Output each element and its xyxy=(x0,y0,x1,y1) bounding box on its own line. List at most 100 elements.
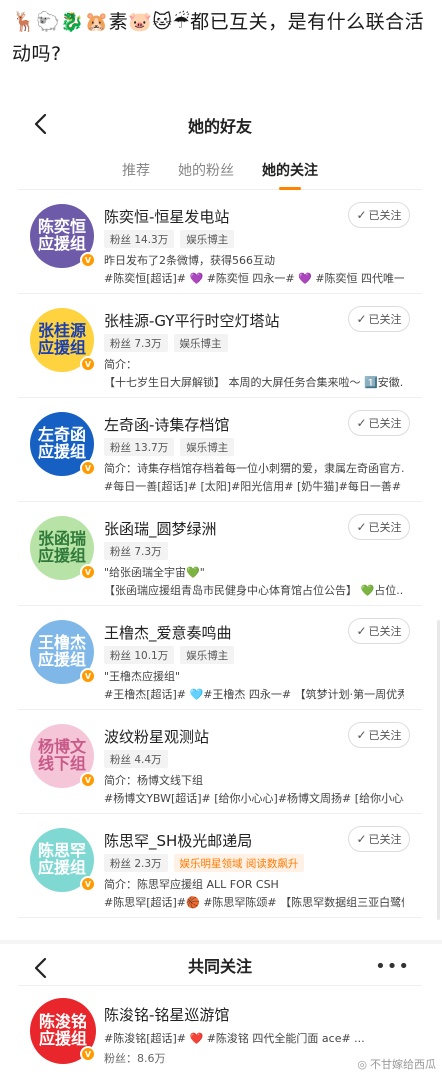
user-row[interactable]: 陈思罕应援组 V 陈思罕_SH极光邮递局 ✓ 已关注 粉丝 2.3万 娱乐明星领域 阅读数飙… xyxy=(18,814,422,918)
avatar-text: 张桂源应援组 xyxy=(37,321,86,357)
user-tags: 粉丝 7.3万 xyxy=(104,542,168,560)
check-icon: ✓ xyxy=(356,624,367,638)
post-text: 🦌🐑🐉🐹素🐷🐱☔都已互关，是有什么联合活动吗? xyxy=(12,11,425,65)
avatar-text: 杨博文线下组 xyxy=(37,737,86,773)
check-icon: ✓ xyxy=(356,832,367,846)
check-icon: ✓ xyxy=(356,312,367,326)
verified-badge-icon: V xyxy=(80,252,96,268)
user-name[interactable]: 陈奕恒-恒星发电站 xyxy=(104,206,229,227)
user-latest-post: #每日一善[超话]# [太阳]#阳光信用# [奶牛猫]#每日一善# 信... xyxy=(104,480,404,493)
user-bio-line: 简介：诗集存档馆存档着每一位小刺猬的爱，隶属左奇函官方... xyxy=(104,462,404,475)
user-name[interactable]: 陈思罕_SH极光邮递局 xyxy=(104,830,252,851)
user-tag: 粉丝 14.3万 xyxy=(104,230,175,248)
chevron-left-icon xyxy=(34,113,47,135)
sheet-topbar: 她的好友 xyxy=(18,100,422,150)
back-button[interactable] xyxy=(28,112,52,136)
user-tags: 粉丝 10.1万 娱乐博主 xyxy=(104,646,235,664)
user-fans-count: 粉丝：8.6万 xyxy=(104,1052,166,1065)
user-row[interactable]: 张桂源应援组 V 张桂源-GY平行时空灯塔站 ✓ 已关注粉丝 7.3万 娱乐博主简介： 【十… xyxy=(18,294,422,398)
user-name[interactable]: 张函瑞_圆梦绿洲 xyxy=(104,518,217,539)
watermark-text: 不甘嫁给西瓜 xyxy=(370,1058,436,1071)
check-icon: ✓ xyxy=(356,520,367,534)
user-tag: 娱乐博主 xyxy=(173,334,228,352)
user-tag: 粉丝 7.3万 xyxy=(104,542,168,560)
user-row[interactable]: 陈奕恒应援组 V 陈奕恒-恒星发电站 ✓ 已关注粉丝 14.3万 娱乐博主昨日发布了2条微… xyxy=(18,190,422,294)
user-tags: 粉丝 13.7万 娱乐博主 xyxy=(104,438,235,456)
watermark: ◎ 不甘嫁给西瓜 xyxy=(357,1056,436,1072)
sheet-title: 她的好友 xyxy=(187,117,252,136)
user-tag: 粉丝 7.3万 xyxy=(104,334,168,352)
user-latest-post: #陈奕恒[超话]# 💜 #陈奕恒 四永一# 💜 #陈奕恒 四代唯一c... xyxy=(104,272,404,285)
user-bio-line: 简介： xyxy=(104,358,137,371)
user-topic-line: #陈浚铭[超话]# ❤️ #陈浚铭 四代全能门面 ace# ... xyxy=(104,1032,365,1045)
tab-her-following[interactable]: 她的关注 xyxy=(262,154,318,186)
verified-badge-icon: V xyxy=(80,668,96,684)
user-name[interactable]: 王橹杰_爱意奏鸣曲 xyxy=(104,622,232,643)
check-icon: ✓ xyxy=(356,208,367,222)
verified-badge-icon: V xyxy=(80,564,96,580)
user-latest-post: #陈思罕[超话]#🏀 #陈思罕陈颂# 【陈思罕数据组三亚白鹭体... xyxy=(104,896,404,909)
avatar-text: 陈思罕应援组 xyxy=(37,841,86,877)
user-latest-post: 【十七岁生日大屏解锁】 本周的大屏任务合集来啦～ 1️⃣安徽... xyxy=(104,376,404,389)
user-tag: 粉丝 13.7万 xyxy=(104,438,175,456)
weibo-logo-icon: ◎ xyxy=(357,1057,367,1071)
following-label: 已关注 xyxy=(368,729,402,742)
more-options-button[interactable]: ••• xyxy=(375,956,410,977)
following-label: 已关注 xyxy=(368,313,402,326)
scrollbar[interactable] xyxy=(437,620,440,920)
following-button[interactable]: ✓ 已关注 xyxy=(348,826,410,852)
user-tag: 粉丝 4.4万 xyxy=(104,750,168,768)
user-tags: 粉丝 7.3万 娱乐博主 xyxy=(104,334,228,352)
avatar-text: 陈浚铭应援组 xyxy=(38,1012,87,1048)
common-title: 共同关注 xyxy=(187,956,252,976)
following-list: 陈奕恒应援组 V 陈奕恒-恒星发电站 ✓ 已关注 粉丝 14.3万 娱乐博主 昨日发布了2条微… xyxy=(18,190,422,918)
following-button[interactable]: ✓ 已关注 xyxy=(348,618,410,644)
user-name[interactable]: 左奇函-诗集存档馆 xyxy=(104,414,229,435)
user-bio-line: "给张函瑞全宇宙💚" xyxy=(104,566,205,579)
user-tag: 粉丝 2.3万 xyxy=(104,854,168,872)
user-tags: 粉丝 2.3万 娱乐明星领域 阅读数飙升 xyxy=(104,854,305,872)
common-topbar: 共同关注 ••• xyxy=(18,944,422,986)
user-tag: 娱乐博主 xyxy=(180,438,235,456)
user-name[interactable]: 张桂源-GY平行时空灯塔站 xyxy=(104,310,279,331)
avatar-text: 张函瑞应援组 xyxy=(37,529,86,565)
user-row[interactable]: 杨博文线下组 V 波纹粉星观测站 ✓ 已关注 粉丝 4.4万 简介：杨博文线下组 #杨博文YB… xyxy=(18,710,422,814)
following-button[interactable]: ✓ 已关注 xyxy=(348,514,410,540)
check-icon: ✓ xyxy=(356,416,367,430)
following-button[interactable]: ✓ 已关注 xyxy=(348,410,410,436)
user-latest-post: #王橹杰[超话]# 🩵#王橹杰 四永一# 【筑梦计划·第一周优秀... xyxy=(104,688,404,701)
tab-her-fans[interactable]: 她的粉丝 xyxy=(178,154,234,186)
user-tag: 娱乐博主 xyxy=(180,646,235,664)
following-label: 已关注 xyxy=(368,521,402,534)
user-bio-line: 简介：杨博文线下组 xyxy=(104,774,203,787)
common-back-button[interactable] xyxy=(28,956,52,980)
avatar-text: 王橹杰应援组 xyxy=(37,633,86,669)
following-button[interactable]: ✓ 已关注 xyxy=(348,306,410,332)
check-icon: ✓ xyxy=(356,728,367,742)
user-latest-post: #杨博文YBW[超话]# [给你小心心]#杨博文周扬# [给你小心心... xyxy=(104,792,404,805)
following-label: 已关注 xyxy=(368,417,402,430)
user-tags: 粉丝 4.4万 xyxy=(104,750,168,768)
following-label: 已关注 xyxy=(368,625,402,638)
following-button[interactable]: ✓ 已关注 xyxy=(348,722,410,748)
following-button[interactable]: ✓ 已关注 xyxy=(348,202,410,228)
user-tag: 粉丝 10.1万 xyxy=(104,646,175,664)
tab-bar: 推荐 她的粉丝 她的关注 xyxy=(18,150,422,190)
friends-sheet: 她的好友 推荐 她的粉丝 她的关注 陈奕恒应援组 V 陈奕恒-恒星发电站 ✓ 已关注 粉丝… xyxy=(18,100,422,940)
user-tag: 娱乐明星领域 阅读数飙升 xyxy=(173,854,305,872)
user-name[interactable]: 波纹粉星观测站 xyxy=(104,726,209,747)
user-bio-line: "王橹杰应援组" xyxy=(104,670,181,683)
user-row[interactable]: 王橹杰应援组 V 王橹杰_爱意奏鸣曲 ✓ 已关注粉丝 10.1万 娱乐博主 "王橹杰应援组"… xyxy=(18,606,422,710)
user-row[interactable]: 张函瑞应援组 V 张函瑞_圆梦绿洲 ✓ 已关注 粉丝 7.3万 "给张函瑞全宇宙💚" 【张函瑞… xyxy=(18,502,422,606)
avatar-text: 陈奕恒应援组 xyxy=(37,217,86,253)
following-label: 已关注 xyxy=(368,833,402,846)
user-bio-line: 昨日发布了2条微博，获得566互动 xyxy=(104,254,275,267)
following-label: 已关注 xyxy=(368,209,402,222)
verified-badge-icon: V xyxy=(80,356,96,372)
user-row[interactable]: 左奇函应援组 V 左奇函-诗集存档馆 ✓ 已关注 粉丝 13.7万 娱乐博主 简介：诗集存档馆… xyxy=(18,398,422,502)
user-name[interactable]: 陈浚铭-铭星巡游馆 xyxy=(104,1004,229,1025)
tab-recommend[interactable]: 推荐 xyxy=(122,154,150,186)
verified-badge-icon: V xyxy=(80,1046,96,1062)
user-bio-line: 简介：陈思罕应援组 ALL FOR CSH xyxy=(104,878,279,891)
user-tags: 粉丝 14.3万 娱乐博主 xyxy=(104,230,235,248)
